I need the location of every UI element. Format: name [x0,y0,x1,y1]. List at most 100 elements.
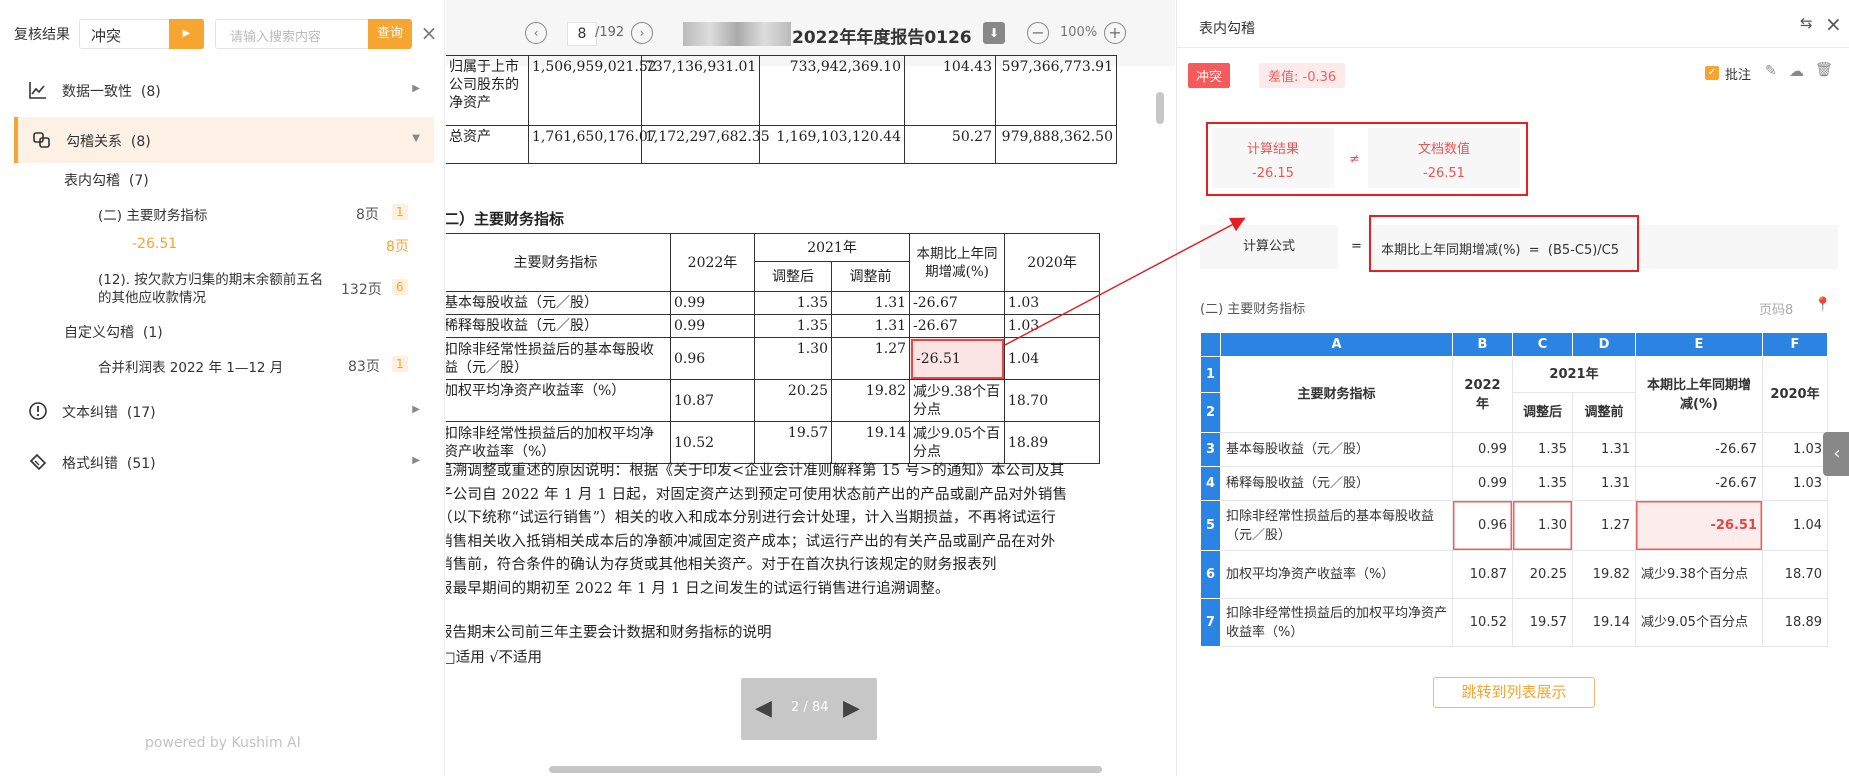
annotate-checkbox[interactable]: ✓ [1705,66,1719,80]
table-cell: 0.99 [670,291,755,315]
search-button[interactable]: 查询 [368,19,412,49]
grid-cell-flagged[interactable]: 1.30 [1512,500,1573,551]
grid-cell: 1.31 [1572,466,1636,501]
grid-cell: 1.31 [1572,432,1636,467]
grid-col-header-row: A B C D E F [1200,332,1828,357]
table-cell: 扣除非经常性损益后的加权平均净资产收益率（%） [446,421,671,464]
section-heading: 二）主要财务指标 [446,210,565,228]
table-cell: 50.27 [904,125,996,164]
table-row: 归属于上市公司股东的净资产 1,506,959,021.52 737,136,9… [446,55,1117,126]
cloud-download-icon[interactable]: ☁ [1789,62,1804,80]
alert-circle-icon [29,402,47,420]
subcategory-custom-check[interactable]: 自定义勾稽 (1) [64,322,163,342]
grid-cell-flagged[interactable]: -26.51 [1635,500,1763,551]
trash-icon[interactable]: 🗑 [1815,62,1833,78]
table-cell: 总资产 [446,125,529,164]
table-row: 加权平均净资产收益率（%） 10.87 20.25 19.82 减少9.38个百分点 18… [446,379,1101,422]
item-receivables[interactable]: (12). 按欠款方归集的期末余额前五名 的其他应收款情况 [98,271,323,307]
collapse-panel-icon[interactable]: ‹ [1823,432,1849,476]
grid-cell: 0.99 [1452,432,1513,467]
grid-cell: 1.03 [1762,432,1828,467]
table-cell: 1.30 [754,337,832,380]
table-cell: 104.43 [904,55,996,126]
grid-cell: 1.35 [1512,432,1573,467]
grid-cell: 扣除非经常性损益后的加权平均净资产收益率（%） [1220,598,1453,647]
panel-header: 表内勾稽 ⇆ × [1177,0,1849,48]
category-count: (8) [130,134,151,150]
item-page: 83页 [348,359,380,375]
subcategory-inner-check[interactable]: 表内勾稽 (7) [64,170,149,190]
horizontal-scrollbar[interactable] [549,766,1102,773]
row-number: 2 [1200,392,1221,433]
item-main-financial[interactable]: (二) 主要财务指标 [98,204,207,224]
table-header-cell: 主要财务指标 [446,233,671,292]
swap-icon[interactable]: ⇆ [1800,14,1813,32]
line-chart-icon [29,82,46,99]
conflict-select-arrow[interactable]: ▶ [169,19,204,49]
next-page-icon[interactable]: › [631,22,653,44]
table-header-cell: 2020年 [1004,233,1101,292]
col-header: F [1762,332,1828,357]
col-header: E [1635,332,1763,357]
table-cell: 1,169,103,120.44 [759,125,905,164]
category-text-correction[interactable]: 文本纠错 (17) ▶ [14,388,434,434]
zoom-in-icon[interactable]: + [1104,22,1126,44]
grid-cell: -26.67 [1635,432,1763,467]
grid-cell: 1.35 [1512,466,1573,501]
category-format-correction[interactable]: 格式纠错 (51) ▶ [14,439,434,485]
grid-cell: 调整后 [1512,392,1573,433]
table-cell: 稀释每股收益（元／股） [446,314,671,338]
doc-applicability: □适用 √不适用 [446,650,543,666]
close-icon[interactable]: × [419,23,439,43]
search-input[interactable]: 请输入搜索内容 [215,19,368,49]
item-value-selected[interactable]: -26.51 [132,236,177,252]
grid-cell: 基本每股收益（元／股） [1220,432,1453,467]
download-icon[interactable]: ⬇ [983,22,1005,44]
paragraph-line: （以下统称“试运行销售”）相关的收入和成本分别进行会计处理，计入当期损益，不再将… [446,510,1056,526]
grid-corner [1200,332,1221,357]
table-cell: 19.82 [830,379,911,422]
grid-cell: 调整前 [1572,392,1636,433]
table-cell: 0.99 [670,314,755,338]
grid-cell: 18.70 [1762,550,1828,599]
category-count: (51) [126,456,156,472]
grid-row: 3 基本每股收益（元／股） 0.99 1.35 1.31 -26.67 1.03 [1200,432,1828,467]
table-cell: 1,506,959,021.52 [528,55,657,126]
item-value-page: 8页 [386,239,409,255]
table-cell: 979,888,362.50 [995,125,1117,164]
highlighted-cell[interactable]: -26.51 [909,337,1006,380]
row-number: 4 [1200,466,1221,501]
grid-cell: 0.99 [1452,466,1513,501]
prev-arrow-icon[interactable]: ◀ [755,696,772,721]
table-header-row: 主要财务指标 2022年 2021年 本期比上年同期增减(%) 2020年 [446,233,1101,292]
item-page: 132页 [341,282,382,298]
jump-to-list-button[interactable]: 跳转到列表展示 [1433,677,1595,708]
edit-icon[interactable]: ✎ [1765,63,1777,79]
nav-total: 84 [811,700,829,715]
zoom-out-icon[interactable]: − [1027,22,1049,44]
table-header-cell: 本期比上年同期增减(%) [909,233,1006,292]
next-arrow-icon[interactable]: ▶ [843,696,860,721]
prev-page-icon[interactable]: ‹ [525,22,547,44]
doc-value-box: 文档数值 -26.51 [1368,128,1520,188]
vertical-scrollbar[interactable] [1156,92,1164,124]
item-income-statement[interactable]: 合并利润表 2022 年 1—12 月 [98,356,283,376]
category-count: (17) [126,405,156,421]
grid-cell-flagged[interactable]: 0.96 [1452,500,1513,551]
category-label: 勾稽关系 [66,134,122,150]
table-cell: 19.14 [830,421,911,464]
paragraph-line: 销售相关收入抵销相关成本后的净额冲减固定资产成本；试运行产出的有关产品或副产品在… [446,533,1056,550]
page-number-input[interactable]: 8 [567,22,597,46]
close-icon[interactable]: × [1825,12,1842,36]
table-row: 扣除非经常性损益后的加权平均净资产收益率（%） 10.52 19.57 19.14 减少… [446,421,1101,464]
location-pin-icon[interactable]: 📍 [1814,297,1831,313]
table-cell: 733,942,369.10 [759,55,905,126]
row-number: 1 [1200,356,1221,393]
category-data-consistency[interactable]: 数据一致性 (8) ▶ [14,67,434,113]
table-cell: -26.67 [909,314,1006,338]
category-relations[interactable]: 勾稽关系 (8) ▼ [14,117,434,163]
category-count: (8) [140,84,161,100]
difference-tag: 差值: -0.36 [1259,63,1346,88]
doc-paragraph: 追溯调整或重述的原因说明：根据《关于印发<企业会计准则解释第 15 号>的通知》… [446,460,1150,601]
grid-cell: 扣除非经常性损益后的基本每股收益（元／股） [1220,500,1453,551]
